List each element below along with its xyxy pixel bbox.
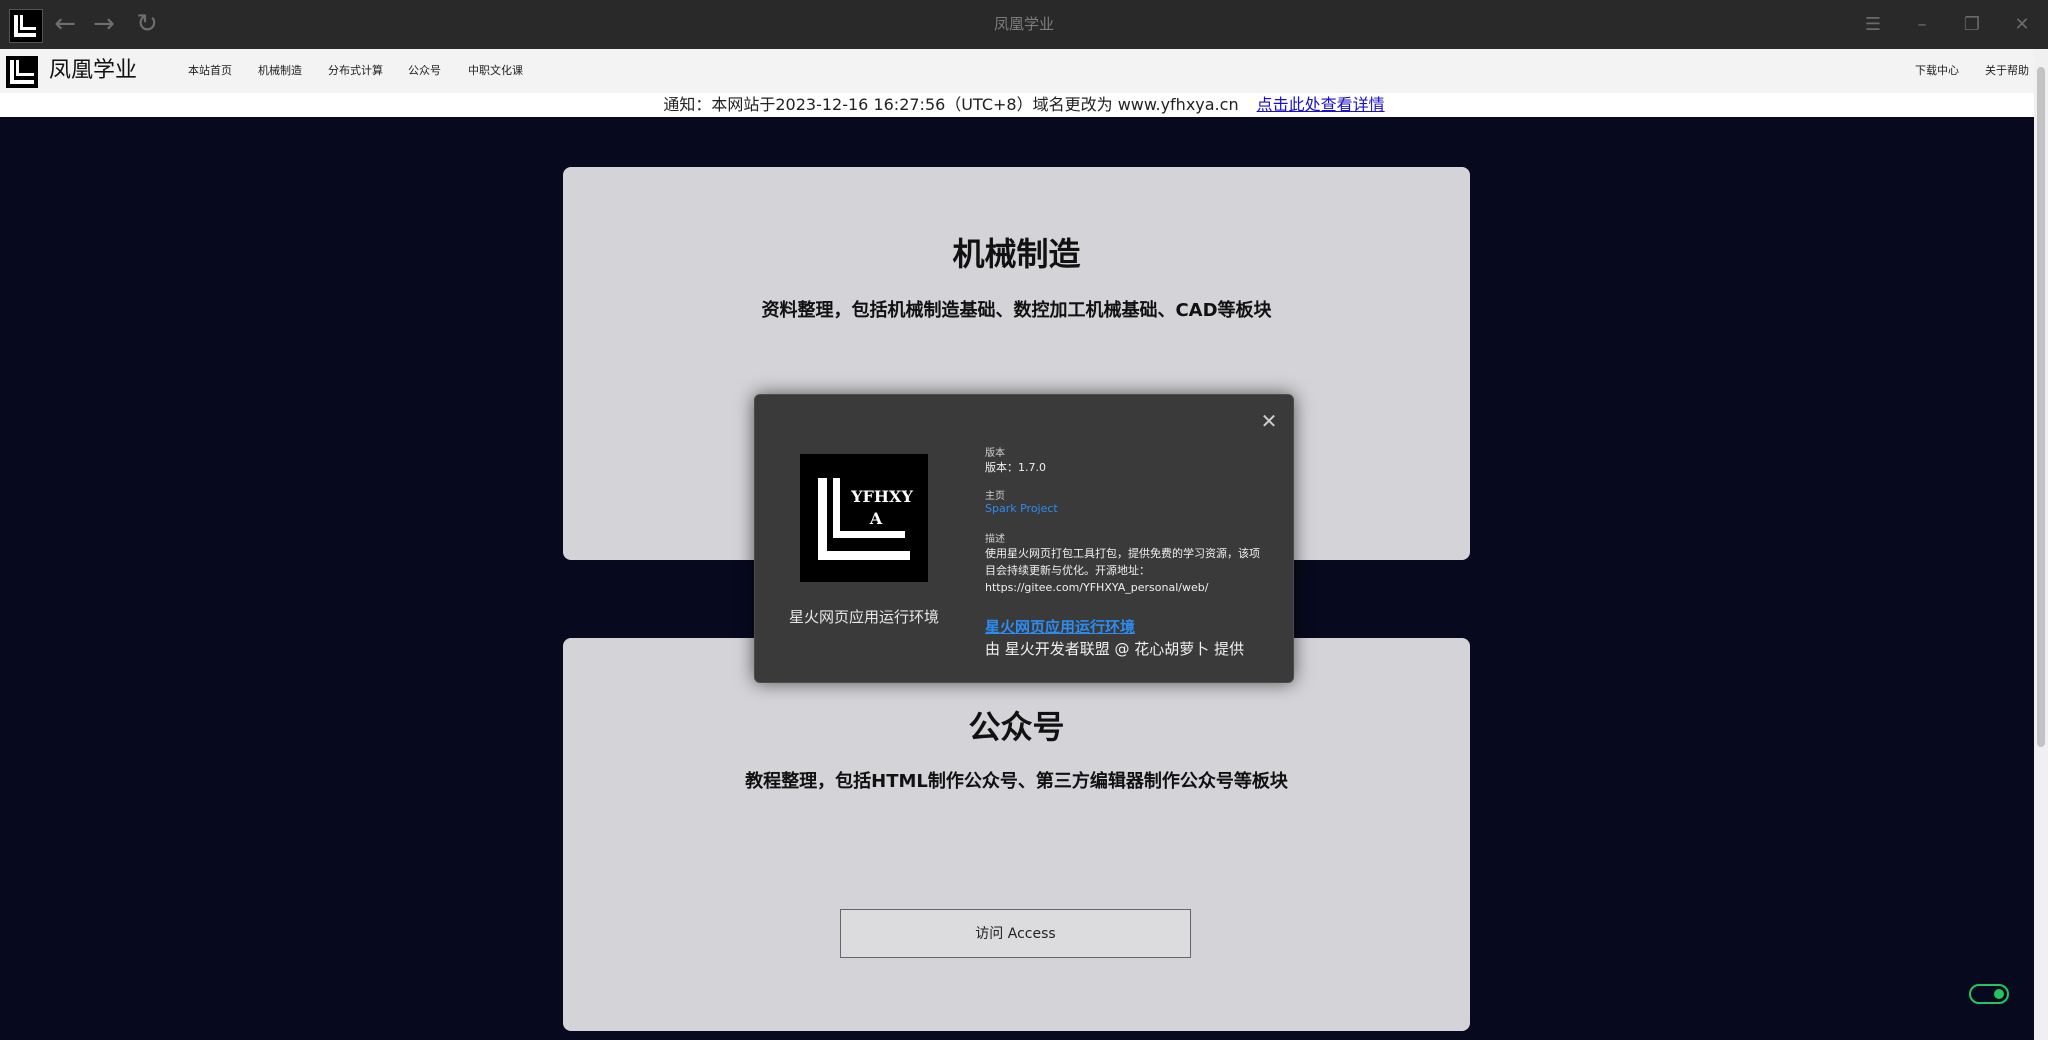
window-title: 凤凰学业 <box>993 15 1054 33</box>
restore-icon[interactable]: ❐ <box>1957 10 1987 40</box>
close-icon[interactable]: ✕ <box>2007 10 2037 40</box>
about-dialog: ✕ YFHXY A 星火网页应用运行环境 版本 版本：1.7.0 主页 Spar… <box>754 394 1294 683</box>
dialog-close-icon[interactable]: ✕ <box>1257 409 1281 433</box>
description-label: 描述 <box>985 534 1005 545</box>
homepage-label: 主页 <box>985 491 1005 502</box>
card-title: 机械制造 <box>952 235 1081 273</box>
site-logo-icon[interactable] <box>6 56 38 88</box>
dialog-app-logo: YFHXY A <box>800 454 928 582</box>
site-brand-name[interactable]: 凤凰学业 <box>49 56 137 86</box>
window-titlebar: ← → ↻ 凤凰学业 ☰ – ❐ ✕ <box>0 0 2048 49</box>
access-button[interactable]: 访问 Access <box>840 909 1191 958</box>
credit-text: 由 星火开发者联盟 @ 花心胡萝卜 提供 <box>985 640 1245 658</box>
description-text: 使用星火网页打包工具打包，提供免费的学习资源，该项目会持续更新与优化。开源地址：… <box>985 547 1260 594</box>
card-description: 资料整理，包括机械制造基础、数控加工机械基础、CAD等板块 <box>761 300 1272 321</box>
minimize-icon[interactable]: – <box>1907 10 1937 40</box>
version-value: 版本：1.7.0 <box>985 461 1046 474</box>
theme-toggle[interactable] <box>1969 984 2009 1004</box>
logo-text-1: YFHXY <box>850 487 913 506</box>
nav-distributed-computing[interactable]: 分布式计算 <box>328 49 383 93</box>
card-description: 教程整理，包括HTML制作公众号、第三方编辑器制作公众号等板块 <box>745 771 1288 792</box>
logo-text-2: A <box>869 509 883 528</box>
site-navbar: 凤凰学业 本站首页 机械制造 分布式计算 公众号 中职文化课 下载中心 关于帮助 <box>0 49 2048 93</box>
card-public-account: 公众号 教程整理，包括HTML制作公众号、第三方编辑器制作公众号等板块 访问 A… <box>563 638 1470 1031</box>
notice-details-link[interactable]: 点击此处查看详情 <box>1257 95 1385 114</box>
toggle-knob <box>1994 989 2004 999</box>
notice-bar: 通知：本网站于2023-12-16 16:27:56（UTC+8）域名更改为 w… <box>0 93 2048 117</box>
notice-text: 通知：本网站于2023-12-16 16:27:56（UTC+8）域名更改为 w… <box>663 95 1239 114</box>
dialog-app-name: 星火网页应用运行环境 <box>788 608 939 626</box>
nav-about-help[interactable]: 关于帮助 <box>1985 49 2029 93</box>
card-title: 公众号 <box>968 708 1065 746</box>
runtime-link[interactable]: 星火网页应用运行环境 <box>985 616 1135 637</box>
nav-mechanical[interactable]: 机械制造 <box>258 49 302 93</box>
menu-icon[interactable]: ☰ <box>1858 10 1888 40</box>
homepage-link[interactable]: Spark Project <box>985 502 1058 515</box>
nav-download-center[interactable]: 下载中心 <box>1915 49 1959 93</box>
scrollbar-thumb[interactable] <box>2037 67 2045 747</box>
nav-public-account[interactable]: 公众号 <box>408 49 441 93</box>
page-scrollbar[interactable] <box>2034 49 2048 1040</box>
version-label: 版本 <box>985 448 1005 459</box>
nav-home[interactable]: 本站首页 <box>188 49 232 93</box>
nav-culture-courses[interactable]: 中职文化课 <box>468 49 523 93</box>
